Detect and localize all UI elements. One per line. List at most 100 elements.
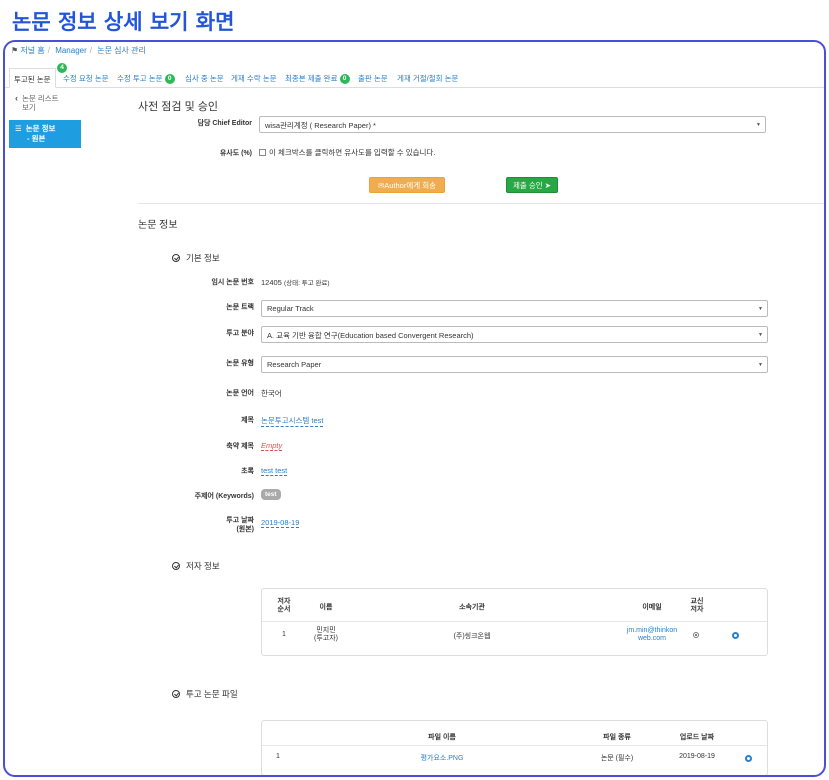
files-header[interactable]: 투고 논문 파일: [172, 688, 238, 700]
keywords-label: 주제어 (Keywords): [194, 493, 254, 500]
tab-label: 수정 요청 논문: [63, 74, 109, 83]
approve-submission-button[interactable]: 제출 승인 ➤: [506, 177, 558, 193]
editor-label: 담당 Chief Editor: [197, 120, 253, 127]
nav-item-paper-info[interactable]: ☰ 논문 정보 - 원본: [9, 120, 81, 148]
tab-published[interactable]: 출판 논문: [358, 73, 388, 84]
col-header-file-kind: 파일 종류: [603, 734, 631, 741]
breadcrumb-home[interactable]: 저널 홈: [20, 46, 44, 55]
status-tabs: 투고된 논문 4 수정 요청 논문 수정 투고 논문 0 심사 중 논문 게재 …: [5, 63, 824, 88]
back-to-list-link[interactable]: ‹ 논문 리스트 보기: [9, 94, 81, 113]
button-label: 제출 승인: [512, 181, 543, 190]
check-circle-icon: [172, 254, 180, 262]
temp-no-value: 12405 (상태: 투고 완료): [261, 277, 330, 287]
date-label: 투고 날짜 (원본): [138, 516, 254, 534]
col-header-upload-date: 업로드 날짜: [679, 734, 715, 741]
temp-no-status: (상태: 투고 완료): [283, 280, 330, 287]
author-info-header[interactable]: 저자 정보: [172, 560, 220, 572]
author-affiliation: (주)씽크온웹: [453, 633, 491, 640]
app-frame: ⚑ 저널 홈 / Manager / 논문 심사 관리 투고된 논문 4 수정 요청…: [3, 40, 826, 777]
tab-label: 최종본 제출 완료: [285, 74, 338, 83]
chief-editor-select[interactable]: wisa관리계정 ( Research Paper) * ▼: [259, 116, 766, 133]
temp-no: 12405: [261, 278, 282, 287]
lang-value: 한국어: [261, 389, 282, 398]
tab-count-badge: 4: [57, 63, 67, 73]
col-header-file-name: 파일 이름: [428, 734, 456, 741]
tab-count-badge: 0: [164, 74, 175, 85]
date-label-line: 투고 날짜: [226, 517, 254, 524]
list-icon: ☰: [15, 124, 22, 133]
file-name-link[interactable]: 평가요소.PNG: [402, 753, 482, 763]
header-divider: [262, 745, 767, 746]
short-title-value[interactable]: Empty: [261, 441, 283, 451]
breadcrumb-current[interactable]: 논문 심사 관리: [97, 46, 146, 55]
return-to-author-button[interactable]: ✉Author에게 회송: [369, 177, 445, 193]
corresponding-radio[interactable]: [693, 632, 699, 638]
basic-info-header[interactable]: 기본 정보: [172, 252, 220, 264]
similarity-checkbox[interactable]: [259, 149, 266, 156]
keyword-tag[interactable]: test: [261, 489, 281, 500]
nav-label: 논문 정보: [25, 124, 56, 133]
field-select[interactable]: A. 교육 기반 융합 연구(Education based Convergen…: [261, 326, 768, 343]
date-label-line: (원본): [236, 526, 254, 533]
tab-label: 게재 거절/철회 논문: [397, 74, 459, 83]
subsection-label: 투고 논문 파일: [186, 689, 238, 699]
keywords-value[interactable]: test: [261, 489, 281, 500]
breadcrumb: ⚑ 저널 홈 / Manager / 논문 심사 관리: [11, 46, 146, 55]
title-value[interactable]: 논문투고시스템 test: [261, 415, 324, 427]
caret-down-icon: ▼: [758, 362, 763, 368]
precheck-title: 사전 점검 및 승인: [138, 101, 219, 113]
tab-label: 게재 수락 논문: [231, 74, 277, 83]
tab-in-review[interactable]: 심사 중 논문: [185, 73, 224, 84]
files-table: 파일 이름 파일 종류 업로드 날짜 1 평가요소.PNG 논문 (필수) 20…: [261, 720, 768, 775]
check-circle-icon: [172, 690, 180, 698]
tab-rejected[interactable]: 게재 거절/철회 논문: [397, 73, 458, 84]
type-select[interactable]: Research Paper ▼: [261, 356, 768, 373]
select-value: Regular Track: [267, 304, 314, 313]
breadcrumb-manager[interactable]: Manager: [55, 46, 87, 55]
button-label: Author에게 회송: [384, 181, 437, 190]
caret-down-icon: ▼: [756, 122, 761, 128]
paper-info-title: 논문 정보: [138, 220, 178, 231]
track-select[interactable]: Regular Track ▼: [261, 300, 768, 317]
author-email[interactable]: jm.min@thinkon web.com: [617, 627, 687, 643]
divider: [138, 203, 824, 204]
col-header-order: 저자 순서: [277, 598, 291, 613]
date-value[interactable]: 2019-08-19: [261, 518, 300, 528]
left-nav: ‹ 논문 리스트 보기 ☰ 논문 정보 - 원본: [9, 94, 81, 148]
caret-down-icon: ▼: [758, 306, 763, 312]
select-value: Research Paper: [267, 360, 322, 369]
subsection-label: 저자 정보: [186, 561, 220, 571]
author-order: 1: [282, 631, 286, 638]
col-header-email: 이메일: [642, 604, 662, 611]
short-title-label: 축약 제목: [226, 443, 254, 450]
tab-label: 심사 중 논문: [185, 74, 224, 83]
file-no: 1: [276, 753, 280, 760]
tab-revision-requested[interactable]: 수정 요청 논문: [63, 73, 109, 84]
select-value: wisa관리계정 ( Research Paper) *: [265, 121, 376, 130]
subsection-label: 기본 정보: [186, 253, 220, 263]
tab-label: 수정 투고 논문: [117, 74, 163, 83]
tab-submitted[interactable]: 투고된 논문 4: [9, 63, 67, 88]
abstract-value[interactable]: test test: [261, 466, 288, 476]
arrow-circle-right-icon: ➤: [544, 181, 552, 190]
tab-revised[interactable]: 수정 투고 논문 0: [117, 73, 175, 85]
nav-sublabel: - 원본: [27, 134, 46, 143]
author-name: 민지민 (투고자): [314, 627, 338, 642]
tab-label: 출판 논문: [358, 74, 388, 83]
gear-icon[interactable]: [745, 755, 752, 762]
page-heading: 논문 정보 상세 보기 화면: [12, 10, 235, 34]
type-label: 논문 유형: [226, 360, 254, 367]
similarity-label: 유사도 (%): [219, 150, 252, 157]
col-header-affiliation: 소속기관: [459, 604, 485, 611]
file-kind: 논문 (필수): [600, 755, 634, 762]
similarity-toggle[interactable]: 이 체크박스를 클릭하면 유사도를 입력할 수 있습니다.: [259, 147, 435, 158]
tab-accepted[interactable]: 게재 수락 논문: [231, 73, 277, 84]
similarity-hint: 이 체크박스를 클릭하면 유사도를 입력할 수 있습니다.: [269, 148, 436, 157]
tab-label: 투고된 논문: [14, 75, 51, 84]
title-label: 제목: [241, 417, 254, 424]
gear-icon[interactable]: [732, 632, 739, 639]
file-upload-date: 2019-08-19: [679, 753, 715, 760]
home-icon[interactable]: ⚑: [11, 46, 18, 55]
tab-final-submitted[interactable]: 최종본 제출 완료 0: [285, 73, 350, 85]
temp-no-label: 임시 논문 번호: [211, 279, 254, 286]
